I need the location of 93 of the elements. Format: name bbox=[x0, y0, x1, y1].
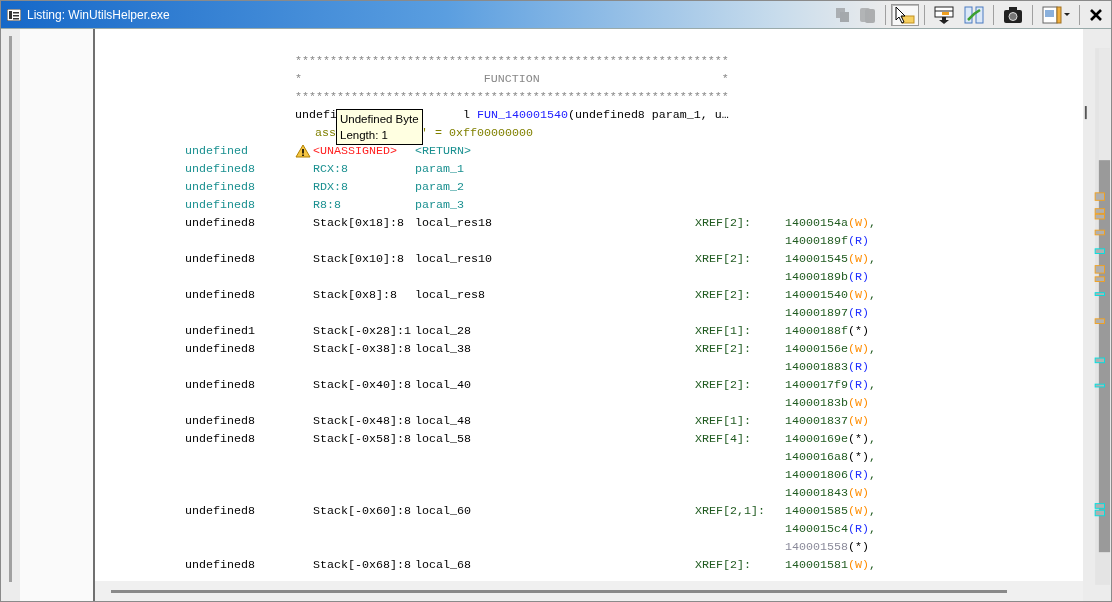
variable-type: undefined8 bbox=[185, 557, 256, 574]
variable-name: local_48 bbox=[415, 414, 471, 428]
xref-link[interactable]: 1400015c4(R), bbox=[785, 522, 876, 536]
variable-type: undefined8 bbox=[185, 377, 256, 394]
variable-name: local_res10 bbox=[415, 252, 492, 266]
xref-label: XREF[1]: bbox=[695, 414, 751, 428]
xref-label: XREF[2]: bbox=[695, 288, 751, 302]
signature-text: undefi bbox=[295, 107, 337, 124]
xref-link[interactable]: 140001806(R), bbox=[785, 468, 876, 482]
variable-storage: Stack[0x8]:8 bbox=[313, 287, 398, 304]
variable-type: undefined8 bbox=[185, 341, 256, 358]
variable-name: <RETURN> bbox=[415, 144, 471, 158]
variable-storage: Stack[0x18]:8 bbox=[313, 215, 405, 232]
variable-storage: <UNASSIGNED> bbox=[313, 143, 398, 160]
comment-border: ************************************************************** bbox=[295, 54, 729, 68]
xref-label: XREF[2,1]: bbox=[695, 504, 765, 518]
xref-label: XREF[1]: bbox=[695, 324, 751, 338]
variable-name: local_68 bbox=[415, 558, 471, 572]
variable-storage: RDX:8 bbox=[313, 179, 349, 196]
variable-storage: Stack[-0x28]:1 bbox=[313, 323, 412, 340]
variable-storage: Stack[-0x58]:8 bbox=[313, 431, 412, 448]
close-icon bbox=[1089, 7, 1103, 22]
xref-link[interactable]: 14000189b(R) bbox=[785, 270, 869, 284]
variable-type: undefined1 bbox=[185, 323, 256, 340]
xref-link[interactable]: 140001581(W), bbox=[785, 558, 876, 572]
variable-name: local_60 bbox=[415, 504, 471, 518]
variable-storage: Stack[0x10]:8 bbox=[313, 251, 405, 268]
variable-name: param_2 bbox=[415, 180, 464, 194]
xref-label: XREF[4]: bbox=[695, 432, 751, 446]
variable-type: undefined8 bbox=[185, 503, 256, 520]
function-header-text: * FUNCTION * bbox=[295, 72, 729, 86]
xref-link[interactable]: 140001897(R) bbox=[785, 306, 869, 320]
variable-type: undefined bbox=[185, 143, 249, 160]
variable-name: local_38 bbox=[415, 342, 471, 356]
variable-storage: R8:8 bbox=[313, 197, 342, 214]
xref-label: XREF[2]: bbox=[695, 378, 751, 392]
variable-type: undefined8 bbox=[185, 179, 256, 196]
scrollbar-thumb[interactable] bbox=[111, 589, 1007, 593]
variable-name: local_28 bbox=[415, 324, 471, 338]
xref-link[interactable]: 140001585(W), bbox=[785, 504, 876, 518]
xref-link[interactable]: 14000169e(*), bbox=[785, 432, 876, 446]
xref-link[interactable]: 14000183b(W) bbox=[785, 396, 869, 410]
variable-name: local_40 bbox=[415, 378, 471, 392]
window-layout-icon bbox=[1042, 5, 1070, 24]
variable-name: local_res8 bbox=[415, 288, 485, 302]
signature-text: l FUN_140001540(undefined8 param_1, u… bbox=[463, 107, 729, 124]
variable-type: undefined8 bbox=[185, 287, 256, 304]
variable-storage: Stack[-0x48]:8 bbox=[313, 413, 412, 430]
listing-icon bbox=[7, 8, 21, 21]
copy-icon bbox=[836, 7, 850, 22]
xref-link[interactable]: 140001843(W) bbox=[785, 486, 869, 500]
window-title: Listing: WinUtilsHelper.exe bbox=[27, 7, 171, 22]
variable-name: param_1 bbox=[415, 162, 464, 176]
cursor-icon bbox=[895, 5, 915, 24]
variable-type: undefined8 bbox=[185, 413, 256, 430]
variable-type: undefined8 bbox=[185, 215, 256, 232]
diff-icon bbox=[964, 5, 984, 24]
xref-link[interactable]: 140001837(W) bbox=[785, 414, 869, 428]
pages-icon bbox=[860, 6, 876, 23]
xref-label: XREF[2]: bbox=[695, 216, 751, 230]
xref-link[interactable]: 1400016a8(*), bbox=[785, 450, 876, 464]
tooltip: Undefined Byte Length: 1 bbox=[336, 109, 423, 145]
variable-type: undefined8 bbox=[185, 161, 256, 178]
xref-link[interactable]: 14000154a(W), bbox=[785, 216, 876, 230]
scrollbar-thumb[interactable] bbox=[9, 36, 12, 582]
xref-link[interactable]: 140001883(R) bbox=[785, 360, 869, 374]
variable-name: local_58 bbox=[415, 432, 471, 446]
xref-link[interactable]: 1400017f9(R), bbox=[785, 378, 876, 392]
xref-link[interactable]: 140001540(W), bbox=[785, 288, 876, 302]
variable-type: undefined8 bbox=[185, 251, 256, 268]
variable-storage: Stack[-0x38]:8 bbox=[313, 341, 412, 358]
variable-storage: Stack[-0x68]:8 bbox=[313, 557, 412, 574]
xref-link[interactable]: 140001545(W), bbox=[785, 252, 876, 266]
xref-link[interactable]: 14000189f(R) bbox=[785, 234, 869, 248]
xref-link[interactable]: 14000188f(*) bbox=[785, 324, 869, 338]
xref-label: XREF[2]: bbox=[695, 342, 751, 356]
variable-type: undefined8 bbox=[185, 431, 256, 448]
camera-icon bbox=[1003, 5, 1023, 24]
assume-text: ass bbox=[315, 125, 336, 142]
variable-storage: Stack[-0x60]:8 bbox=[313, 503, 412, 520]
toolbar-button[interactable] bbox=[891, 3, 919, 26]
xref-link[interactable]: 14000156e(W), bbox=[785, 342, 876, 356]
variable-name: local_res18 bbox=[415, 216, 492, 230]
xref-label: XREF[2]: bbox=[695, 252, 751, 266]
variable-storage: Stack[-0x40]:8 bbox=[313, 377, 412, 394]
comment-border: ************************************************************** bbox=[295, 90, 729, 104]
variable-name: param_3 bbox=[415, 198, 464, 212]
assume-text: ' = 0xff00000000 bbox=[421, 125, 533, 142]
xref-link[interactable]: 140001558(*) bbox=[785, 540, 869, 554]
xref-label: XREF[2]: bbox=[695, 558, 751, 572]
variable-storage: RCX:8 bbox=[313, 161, 349, 178]
variable-type: undefined8 bbox=[185, 197, 256, 214]
table-arrow-icon bbox=[934, 5, 954, 24]
